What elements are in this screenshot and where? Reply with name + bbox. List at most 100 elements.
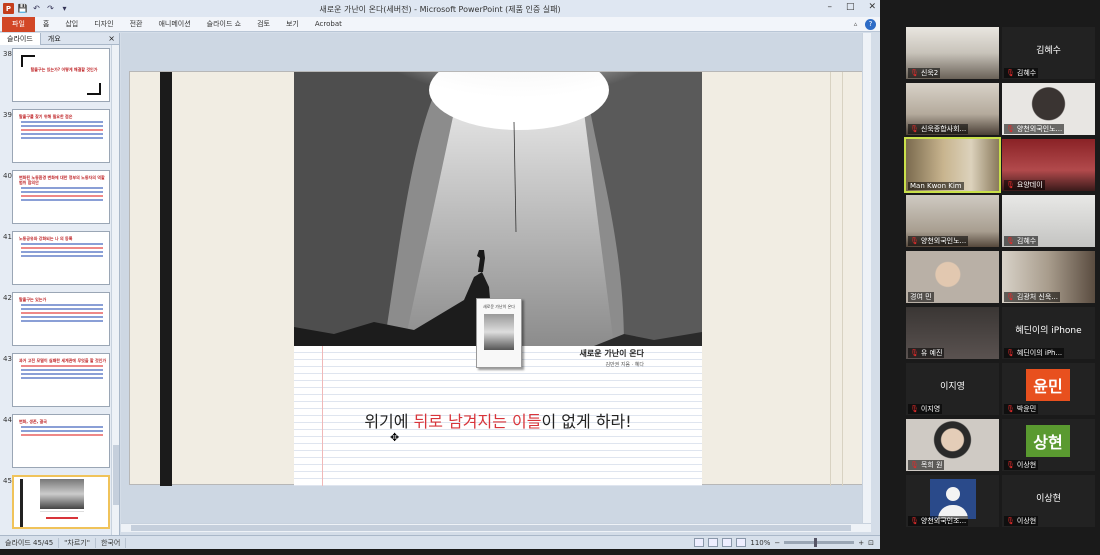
thumbnail-title: 변화, 생존, 결국: [19, 419, 47, 424]
slide-horizontal-scrollbar[interactable]: [121, 523, 871, 532]
tab-insert[interactable]: 삽입: [57, 17, 86, 32]
mouse-cursor-icon: ✥: [390, 431, 400, 444]
muted-mic-icon: 🎙: [910, 461, 919, 469]
ribbon-help-area: ▵ ?: [850, 19, 876, 30]
thumbnail: 변화, 생존, 결국: [12, 414, 110, 468]
tab-acrobat[interactable]: Acrobat: [307, 17, 350, 32]
tab-design[interactable]: 디자인: [86, 17, 121, 32]
headline-pre: 위기에: [364, 412, 414, 431]
window-title: 새로운 가난이 온다(세버전) - Microsoft PowerPoint (…: [319, 5, 561, 14]
slide-sorter-button[interactable]: [708, 538, 719, 547]
participant-tile[interactable]: 🎙 양천외국인노...: [906, 195, 999, 247]
minimize-button[interactable]: –: [827, 2, 832, 12]
participant-tile[interactable]: 🎙 요양데이: [1002, 139, 1095, 191]
participant-name: 🎙 김혜수: [1004, 68, 1039, 78]
slide-counter: 슬라이드 45/45: [0, 537, 60, 548]
thumbnail: 변화된 노동환경 변화에 대한 정부의 노동자의 역할 범위 합의안: [12, 170, 110, 224]
participant-tile[interactable]: 🎙 유 예진: [906, 307, 999, 359]
tab-home[interactable]: 홈: [35, 17, 57, 32]
zoom-out-icon[interactable]: −: [774, 539, 780, 547]
participant-tile[interactable]: 이지영 🎙 이지영: [906, 363, 999, 415]
slide-right-guide: [830, 72, 831, 486]
muted-mic-icon: 🎙: [1006, 349, 1015, 357]
window-controls: – □ ✕: [827, 2, 876, 12]
tab-transitions[interactable]: 전환: [122, 17, 151, 32]
participant-tile[interactable]: 혜딘이의 iPhone 🎙 혜딘이의 iPh...: [1002, 307, 1095, 359]
fit-slide-icon[interactable]: ⊡: [868, 539, 874, 547]
panel-close-icon[interactable]: ×: [108, 34, 119, 43]
participant-name: 🎙 이상현: [1004, 460, 1039, 470]
slide-thumbnail-44[interactable]: 44 변화, 생존, 결국: [2, 414, 110, 470]
reading-view-button[interactable]: [722, 538, 733, 547]
close-button[interactable]: ✕: [868, 2, 876, 12]
muted-mic-icon: 🎙: [910, 349, 919, 357]
current-slide[interactable]: 새로운 가난이 온다 김만권 지음 · 혜다 위기에 뒤로 남겨지는 이들이 없…: [129, 71, 865, 486]
participant-tile[interactable]: 🎙 김광처 신욱...: [1002, 251, 1095, 303]
participant-tile[interactable]: 🎙 양천외국인노...: [1002, 83, 1095, 135]
participant-tile[interactable]: 김혜수 🎙 김혜수: [1002, 27, 1095, 79]
participant-name: 🎙 유 예진: [908, 348, 945, 358]
slide-thumbnail-45[interactable]: 45: [2, 475, 110, 531]
slide-left-black-bar: [160, 72, 172, 486]
slide-vertical-scrollbar[interactable]: [862, 33, 871, 523]
slide-editing-area: 새로운 가난이 온다 김만권 지음 · 혜다 위기에 뒤로 남겨지는 이들이 없…: [121, 33, 871, 523]
language[interactable]: 한국어: [96, 537, 127, 548]
muted-mic-icon: 🎙: [1006, 181, 1015, 189]
slide-number: 40: [3, 172, 12, 180]
participant-tile[interactable]: 🎙 목희 원: [906, 419, 999, 471]
participant-tile[interactable]: 🎙 신욱2: [906, 27, 999, 79]
participant-tile[interactable]: 경여 민: [906, 251, 999, 303]
tab-animations[interactable]: 애니메이션: [150, 17, 198, 32]
participant-name: 경여 민: [908, 292, 934, 302]
zoom-in-icon[interactable]: +: [858, 539, 864, 547]
participant-tile[interactable]: 🎙 신욱종합사회...: [906, 83, 999, 135]
ribbon-collapse-icon[interactable]: ▵: [850, 19, 861, 30]
slide-number: 39: [3, 111, 12, 119]
slideshow-button[interactable]: [736, 538, 747, 547]
panel-scrollbar[interactable]: [111, 45, 119, 535]
zoom-level[interactable]: 110%: [750, 539, 770, 547]
slide-thumbnail-42[interactable]: 42 탈출구는 있는가: [2, 292, 110, 348]
thumbnail-selected: [12, 475, 110, 529]
maximize-button[interactable]: □: [846, 2, 855, 12]
participant-tile[interactable]: 이상현 🎙 이상현: [1002, 475, 1095, 527]
help-icon[interactable]: ?: [865, 19, 876, 30]
slide-thumbnail-39[interactable]: 39 탈출구를 찾기 위해 필요한 점은: [2, 109, 110, 165]
book-caption: 새로운 가난이 온다 김만권 지음 · 혜다: [580, 348, 644, 368]
thumbnail-title: 노동공유와 강화되는 나 의 등록: [19, 236, 73, 241]
tab-view[interactable]: 보기: [278, 17, 307, 32]
participant-name: 🎙 신욱종합사회...: [908, 124, 969, 134]
participant-tile[interactable]: 상현 🎙 이상현: [1002, 419, 1095, 471]
participant-tile-active-speaker[interactable]: Man Kwon Kim: [904, 137, 1001, 193]
tab-file[interactable]: 파일: [2, 16, 35, 32]
participant-name: 🎙 요양데이: [1004, 180, 1045, 190]
slide-thumbnail-41[interactable]: 41 노동공유와 강화되는 나 의 등록: [2, 231, 110, 287]
book-cover-image: 새로운 가난이 온다: [476, 298, 522, 368]
participant-tile[interactable]: 🎙 양천외국인조...: [906, 475, 999, 527]
status-bar: 슬라이드 45/45 "차르기" 한국어 110% − + ⊡: [0, 535, 880, 549]
book-title: 새로운 가난이 온다: [579, 349, 644, 358]
slide-thumbnail-40[interactable]: 40 변화된 노동환경 변화에 대한 정부의 노동자의 역할 범위 합의안: [2, 170, 110, 226]
participant-tile[interactable]: 🎙 김혜수: [1002, 195, 1095, 247]
participant-name: 🎙 김혜수: [1004, 236, 1039, 246]
slide-number: 38: [3, 50, 12, 58]
tab-outline[interactable]: 개요: [41, 33, 68, 45]
muted-mic-icon: 🎙: [910, 69, 919, 77]
tab-review[interactable]: 검토: [249, 17, 278, 32]
zoom-slider[interactable]: [784, 538, 855, 547]
participant-display-name: 이지영: [940, 382, 965, 392]
theme-name: "차르기": [59, 537, 96, 548]
participant-tile[interactable]: 윤민 🎙 박윤민: [1002, 363, 1095, 415]
participant-name: Man Kwon Kim: [908, 182, 964, 190]
slide-thumbnail-43[interactable]: 43 과거 고전 모델이 실패한 세계관에 무엇을 할 것인가: [2, 353, 110, 409]
normal-view-button[interactable]: [694, 538, 705, 547]
tab-slides[interactable]: 슬라이드: [0, 32, 41, 45]
book-author: 김만권 지음 · 혜다: [605, 362, 644, 368]
muted-mic-icon: 🎙: [1006, 69, 1015, 77]
muted-mic-icon: 🎙: [910, 517, 919, 525]
title-bar: P 💾 ↶ ↷ ▾ 새로운 가난이 온다(세버전) - Microsoft Po…: [0, 0, 880, 17]
thumbnail-title: 탈출구를 찾기 위해 필요한 점은: [19, 114, 73, 119]
tab-slideshow[interactable]: 슬라이드 쇼: [199, 17, 249, 32]
headline-post: 이 없게 하라!: [541, 412, 632, 431]
slide-thumbnail-38[interactable]: 38 탈출구는 있는가? 어떻게 해결할 것인가: [2, 48, 110, 104]
